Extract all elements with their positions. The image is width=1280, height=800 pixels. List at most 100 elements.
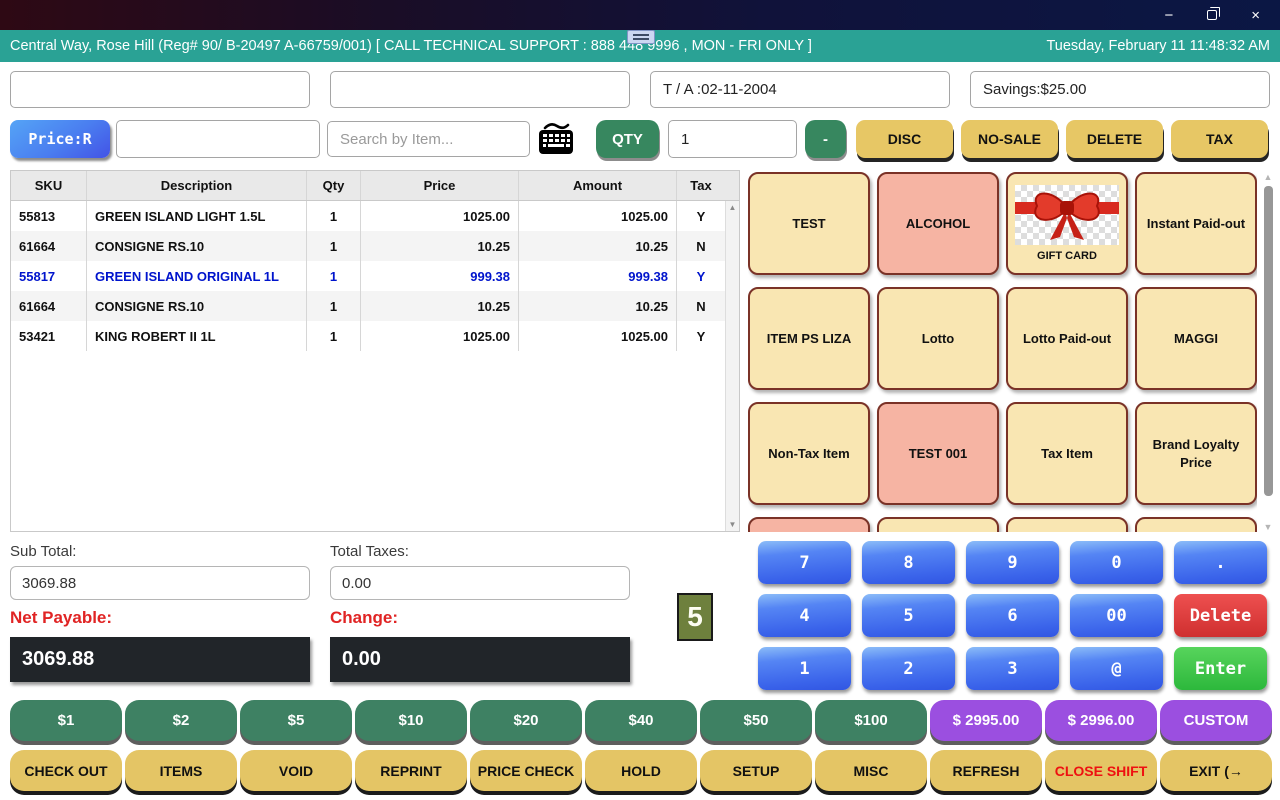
numpad-key-1[interactable]: 1 — [758, 647, 851, 690]
denom-button-2995-00[interactable]: $ 2995.00 — [930, 700, 1042, 741]
action-button-refresh[interactable]: REFRESH — [930, 750, 1042, 791]
product-button-blank[interactable] — [877, 517, 999, 532]
minimize-icon[interactable]: − — [1164, 8, 1173, 23]
product-button-blank[interactable] — [748, 517, 870, 532]
product-button-test-001[interactable]: TEST 001 — [877, 402, 999, 505]
product-button-gift-card[interactable]: GIFT CARD — [1006, 172, 1128, 275]
numpad-key-4[interactable]: 4 — [758, 594, 851, 637]
customer-field-1[interactable] — [10, 71, 310, 108]
product-button-blank[interactable] — [1135, 517, 1257, 532]
column-header-tax[interactable]: Tax — [677, 171, 725, 200]
total-taxes-field[interactable] — [330, 566, 630, 600]
product-button-test[interactable]: TEST — [748, 172, 870, 275]
table-row[interactable]: 55813 GREEN ISLAND LIGHT 1.5L 1 1025.00 1025… — [11, 201, 739, 231]
action-button-check-out[interactable]: CHECK OUT — [10, 750, 122, 791]
table-row[interactable]: 61664 CONSIGNE RS.10 1 10.25 10.25 N — [11, 231, 739, 261]
action-button-hold[interactable]: HOLD — [585, 750, 697, 791]
denom-button-2996-00[interactable]: $ 2996.00 — [1045, 700, 1157, 741]
action-button-close-shift[interactable]: CLOSE SHIFT — [1045, 750, 1157, 791]
grid-scroll-down-icon[interactable]: ▼ — [1264, 522, 1273, 532]
numpad-key-9[interactable]: 9 — [966, 541, 1059, 584]
denom-button-1[interactable]: $1 — [10, 700, 122, 741]
restore-icon[interactable] — [1207, 7, 1221, 20]
price-mode-button[interactable]: Price:R — [10, 120, 110, 158]
column-header-sku[interactable]: SKU — [11, 171, 87, 200]
column-header-amount[interactable]: Amount — [519, 171, 677, 200]
product-button-alcohol[interactable]: ALCOHOL — [877, 172, 999, 275]
qty-button[interactable]: QTY — [596, 120, 659, 158]
numpad-key-[interactable]: @ — [1070, 647, 1163, 690]
product-button-lotto-paid-out[interactable]: Lotto Paid-out — [1006, 287, 1128, 390]
price-input[interactable] — [116, 120, 320, 158]
column-header-description[interactable]: Description — [87, 171, 307, 200]
numpad-key-8[interactable]: 8 — [862, 541, 955, 584]
product-button-tax-item[interactable]: Tax Item — [1006, 402, 1128, 505]
minus-button[interactable]: - — [805, 120, 846, 158]
numpad-key-7[interactable]: 7 — [758, 541, 851, 584]
denom-button-50[interactable]: $50 — [700, 700, 812, 741]
grid-scrollbar[interactable]: ▲ ▼ — [1262, 172, 1274, 532]
keyboard-icon[interactable] — [537, 121, 575, 157]
product-button-blank[interactable] — [1006, 517, 1128, 532]
numpad-key-delete[interactable]: Delete — [1174, 594, 1267, 637]
grid-scroll-thumb[interactable] — [1263, 186, 1273, 496]
action-label: CLOSE SHIFT — [1054, 762, 1148, 779]
disc-button[interactable]: DISC — [856, 120, 953, 158]
numpad-key-2[interactable]: 2 — [862, 647, 955, 690]
product-button-maggi[interactable]: MAGGI — [1135, 287, 1257, 390]
product-button-non-tax-item[interactable]: Non-Tax Item — [748, 402, 870, 505]
cell-price: 10.25 — [361, 231, 519, 261]
action-button-misc[interactable]: MISC — [815, 750, 927, 791]
numpad-key-00[interactable]: 00 — [1070, 594, 1163, 637]
action-button-exit[interactable]: EXIT (→ — [1160, 750, 1272, 791]
product-label: Non-Tax Item — [768, 445, 850, 461]
table-scrollbar[interactable]: ▲ ▼ — [725, 201, 739, 531]
net-payable-label: Net Payable: — [10, 608, 113, 627]
delete-line-button[interactable]: DELETE — [1066, 120, 1163, 158]
numpad-key-enter[interactable]: Enter — [1174, 647, 1267, 690]
product-button-item-ps-liza[interactable]: ITEM PS LIZA — [748, 287, 870, 390]
denom-button-2[interactable]: $2 — [125, 700, 237, 741]
numpad-key-0[interactable]: 0 — [1070, 541, 1163, 584]
no-sale-button[interactable]: NO-SALE — [961, 120, 1058, 158]
product-button-instant-paid-out[interactable]: Instant Paid-out — [1135, 172, 1257, 275]
table-row[interactable]: 55817 GREEN ISLAND ORIGINAL 1L 1 999.38 999.… — [11, 261, 739, 291]
column-header-price[interactable]: Price — [361, 171, 519, 200]
denom-button-40[interactable]: $40 — [585, 700, 697, 741]
table-row[interactable]: 61664 CONSIGNE RS.10 1 10.25 10.25 N — [11, 291, 739, 321]
scroll-down-icon[interactable]: ▼ — [729, 520, 737, 529]
action-button-price-check[interactable]: PRICE CHECK — [470, 750, 582, 791]
action-button-void[interactable]: VOID — [240, 750, 352, 791]
denom-button-10[interactable]: $10 — [355, 700, 467, 741]
action-button-reprint[interactable]: REPRINT — [355, 750, 467, 791]
tax-button[interactable]: TAX — [1171, 120, 1268, 158]
numpad-key-6[interactable]: 6 — [966, 594, 1059, 637]
denom-button-5[interactable]: $5 — [240, 700, 352, 741]
numpad-key-[interactable]: . — [1174, 541, 1267, 584]
product-button-lotto[interactable]: Lotto — [877, 287, 999, 390]
denom-button-100[interactable]: $100 — [815, 700, 927, 741]
numpad-key-3[interactable]: 3 — [966, 647, 1059, 690]
column-header-qty[interactable]: Qty — [307, 171, 361, 200]
denom-button-custom[interactable]: CUSTOM — [1160, 700, 1272, 741]
product-button-brand-loyalty-price[interactable]: Brand Loyalty Price — [1135, 402, 1257, 505]
transaction-field[interactable] — [650, 71, 950, 108]
customer-field-2[interactable] — [330, 71, 630, 108]
grid-scroll-up-icon[interactable]: ▲ — [1264, 172, 1273, 182]
cell-description: CONSIGNE RS.10 — [87, 231, 307, 261]
search-input[interactable] — [327, 121, 530, 157]
cell-tax: N — [696, 238, 706, 254]
action-button-setup[interactable]: SETUP — [700, 750, 812, 791]
denomination-row: $1 $2 $5 $10 $20 $40 $50 $100 $ 2995.00 $ 2996.00… — [10, 700, 1272, 741]
close-icon[interactable]: × — [1251, 8, 1260, 23]
savings-field[interactable] — [970, 71, 1270, 108]
cell-amount: 10.25 — [519, 291, 677, 321]
qty-input[interactable] — [668, 120, 797, 158]
mini-toolbar-widget[interactable] — [627, 30, 655, 44]
action-button-items[interactable]: ITEMS — [125, 750, 237, 791]
table-row[interactable]: 53421 KING ROBERT II 1L 1 1025.00 1025.00 Y — [11, 321, 739, 351]
numpad-key-5[interactable]: 5 — [862, 594, 955, 637]
sub-total-field[interactable] — [10, 566, 310, 600]
scroll-up-icon[interactable]: ▲ — [729, 203, 737, 212]
denom-button-20[interactable]: $20 — [470, 700, 582, 741]
